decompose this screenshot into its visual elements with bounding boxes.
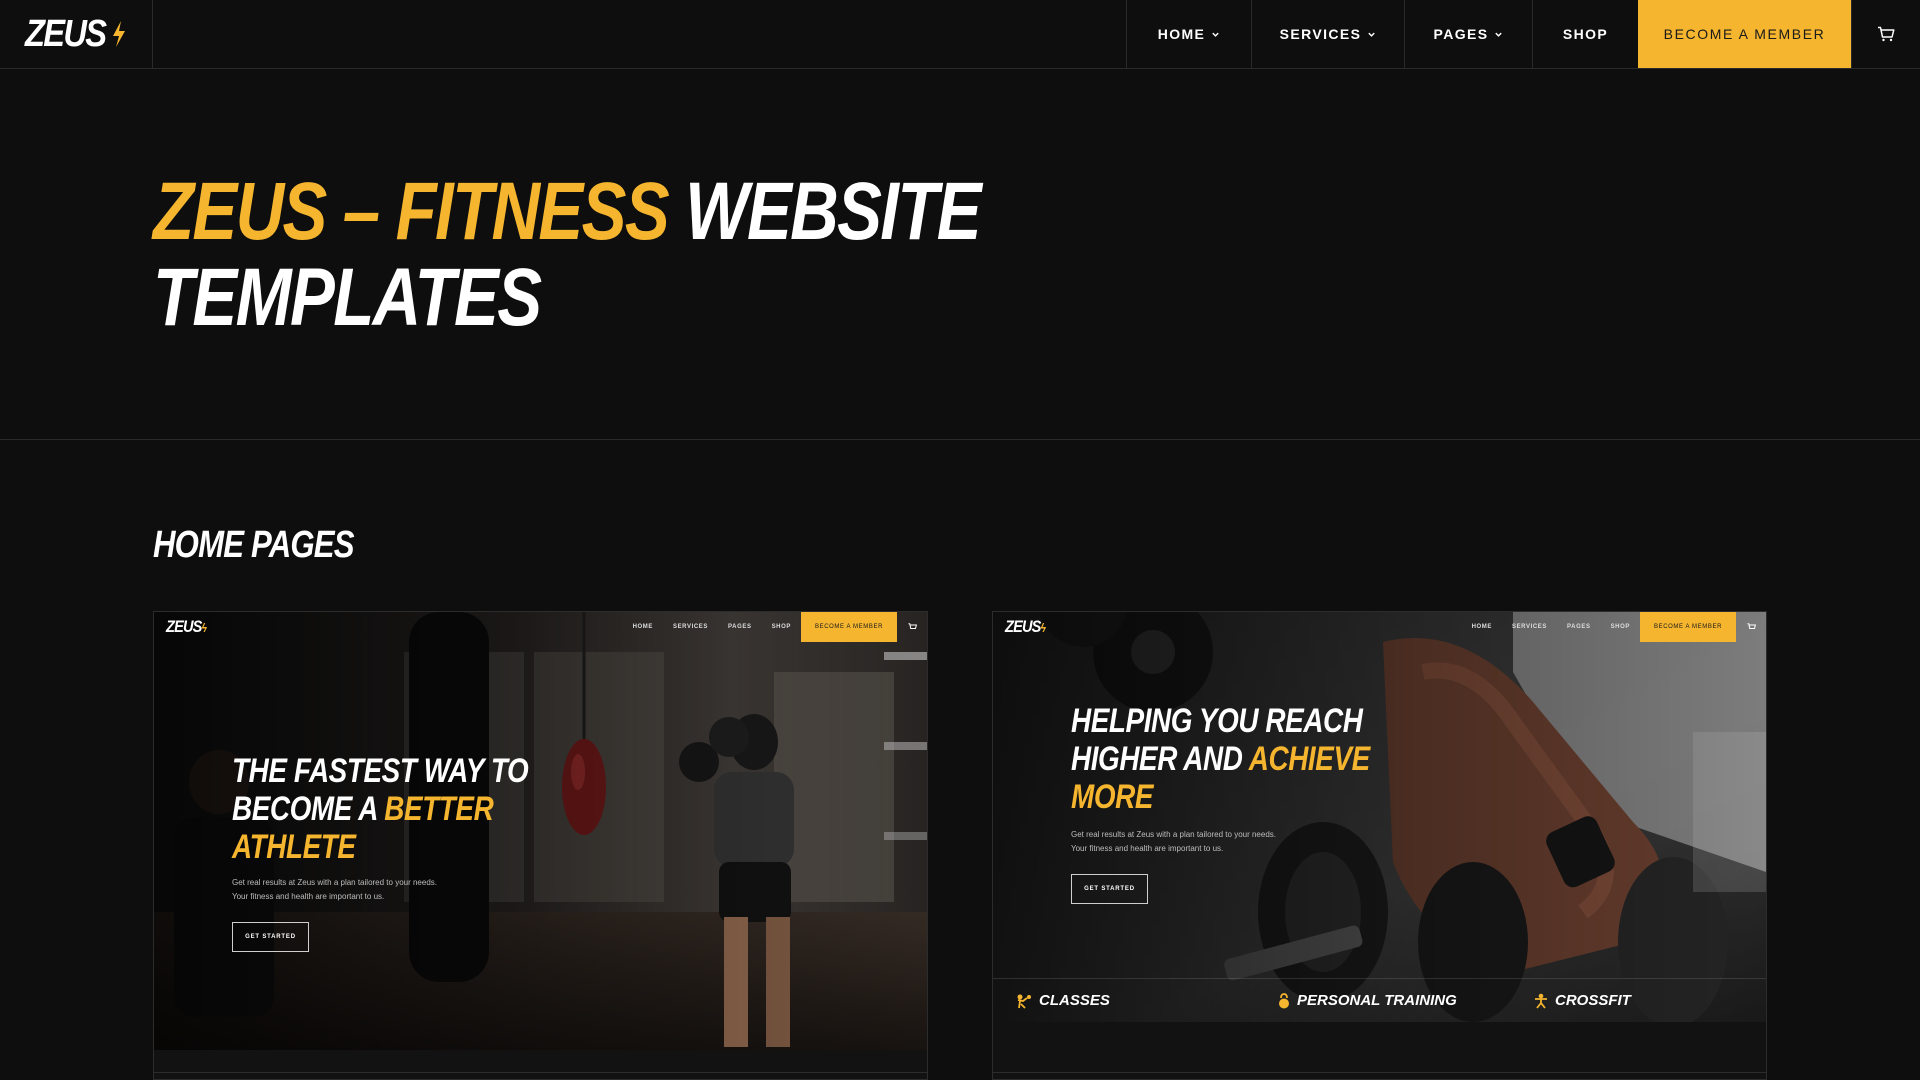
mini-menu: HOME SERVICES PAGES SHOP BECOME A MEMBER (623, 612, 927, 642)
mini-nav-services: SERVICES (672, 624, 709, 630)
mini-cta: BECOME A MEMBER (1639, 612, 1736, 642)
nav-pages-label: PAGES (1433, 26, 1489, 42)
boxing-icon (1017, 994, 1031, 1009)
card-divider (154, 1072, 927, 1073)
page-title: ZEUS – FITNESS WEBSITE TEMPLATES (153, 169, 1055, 341)
feature-classes: CLASSES (1015, 992, 1110, 1009)
bolt-icon: ϟ (201, 621, 208, 635)
become-member-label: BECOME A MEMBER (1663, 26, 1826, 42)
logo[interactable]: ZEUS (0, 0, 153, 68)
logo-text: ZEUS (25, 12, 107, 55)
mini-navigation: ZEUSϟ HOME SERVICES PAGES SHOP BECOME A … (993, 612, 1766, 642)
mini-logo: ZEUSϟ (1005, 617, 1047, 637)
feature-crossfit: CROSSFIT (1533, 992, 1631, 1009)
preview-image-boxing[interactable]: ZEUSϟ HOME SERVICES PAGES SHOP BECOME A … (154, 612, 927, 1050)
feature-classes-label: CLASSES (1039, 992, 1110, 1009)
mini-logo-text: ZEUS (1005, 617, 1041, 636)
mini-nav-shop: SHOP (771, 624, 791, 630)
cart-icon (897, 612, 927, 642)
card-divider (993, 1072, 1766, 1073)
cart-icon (1878, 26, 1895, 42)
nav-services[interactable]: SERVICES (1251, 0, 1404, 68)
feature-crossfit-label: CROSSFIT (1555, 992, 1631, 1009)
mini-get-started-button: GET STARTED (1071, 874, 1148, 904)
nav-shop[interactable]: SHOP (1532, 0, 1638, 68)
kettlebell-icon (1279, 992, 1289, 1008)
cart-icon (1736, 612, 1766, 642)
mini-logo-text: ZEUS (166, 617, 202, 636)
feature-bar: CLASSES PERSONAL TRAINING CROSSFIT (993, 978, 1766, 1022)
mini-subtext-line-1: Get real results at Zeus with a plan tai… (232, 878, 437, 887)
mini-cta: BECOME A MEMBER (800, 612, 897, 642)
feature-personal-training-label: PERSONAL TRAINING (1297, 992, 1457, 1009)
mini-nav-pages: PAGES (1567, 624, 1591, 630)
hero: ZEUS – FITNESS WEBSITE TEMPLATES (0, 69, 1920, 440)
mini-nav-shop: SHOP (1610, 624, 1630, 630)
feature-personal-training: PERSONAL TRAINING (1277, 992, 1457, 1009)
top-navigation: ZEUS HOME SERVICES PAGES SHOP BECOME A M… (0, 0, 1920, 69)
mini-subtext-line-2: Your fitness and health are important to… (1071, 844, 1224, 853)
cart-button[interactable] (1851, 0, 1920, 68)
mini-headline: HELPING YOU REACH HIGHER AND ACHIEVE MOR… (1071, 702, 1415, 816)
nav-home-label: HOME (1157, 26, 1206, 42)
preview-image-dumbbell[interactable]: ZEUSϟ HOME SERVICES PAGES SHOP BECOME A … (993, 612, 1766, 1022)
bolt-icon (113, 21, 126, 47)
page-title-accent: ZEUS – FITNESS (153, 166, 670, 257)
mini-nav-pages: PAGES (728, 624, 752, 630)
bolt-icon: ϟ (1040, 621, 1047, 635)
mini-navigation: ZEUSϟ HOME SERVICES PAGES SHOP BECOME A … (154, 612, 927, 642)
chevron-down-icon (1368, 32, 1376, 37)
mini-menu: HOME SERVICES PAGES SHOP BECOME A MEMBER (1462, 612, 1766, 642)
mini-nav-home: HOME (1471, 624, 1492, 630)
home-page-card-1[interactable]: ZEUSϟ HOME SERVICES PAGES SHOP BECOME A … (153, 611, 928, 1080)
mini-get-started-button: GET STARTED (232, 922, 309, 952)
become-member-button[interactable]: BECOME A MEMBER (1638, 0, 1851, 68)
mini-nav-services: SERVICES (1511, 624, 1548, 630)
mini-headline: THE FASTEST WAY TO BECOME A BETTER ATHLE… (232, 752, 576, 866)
mini-subtext: Get real results at Zeus with a plan tai… (1071, 828, 1331, 856)
nav-pages[interactable]: PAGES (1404, 0, 1532, 68)
nav-shop-label: SHOP (1562, 26, 1609, 42)
mini-subtext-line-2: Your fitness and health are important to… (232, 892, 385, 901)
mini-logo: ZEUSϟ (166, 617, 208, 637)
mini-subtext-line-1: Get real results at Zeus with a plan tai… (1071, 830, 1276, 839)
chevron-down-icon (1495, 32, 1503, 37)
home-page-card-2[interactable]: ZEUSϟ HOME SERVICES PAGES SHOP BECOME A … (992, 611, 1767, 1080)
mini-nav-home: HOME (632, 624, 653, 630)
chevron-down-icon (1212, 32, 1220, 37)
dumbbell-gym-photo (993, 612, 1766, 1022)
nav-home[interactable]: HOME (1126, 0, 1251, 68)
section-title: HOME PAGES (153, 524, 355, 566)
athlete-icon (1535, 993, 1547, 1009)
nav-services-label: SERVICES (1279, 26, 1362, 42)
main-menu: HOME SERVICES PAGES SHOP BECOME A MEMBER (1126, 0, 1920, 68)
mini-subtext: Get real results at Zeus with a plan tai… (232, 876, 492, 904)
